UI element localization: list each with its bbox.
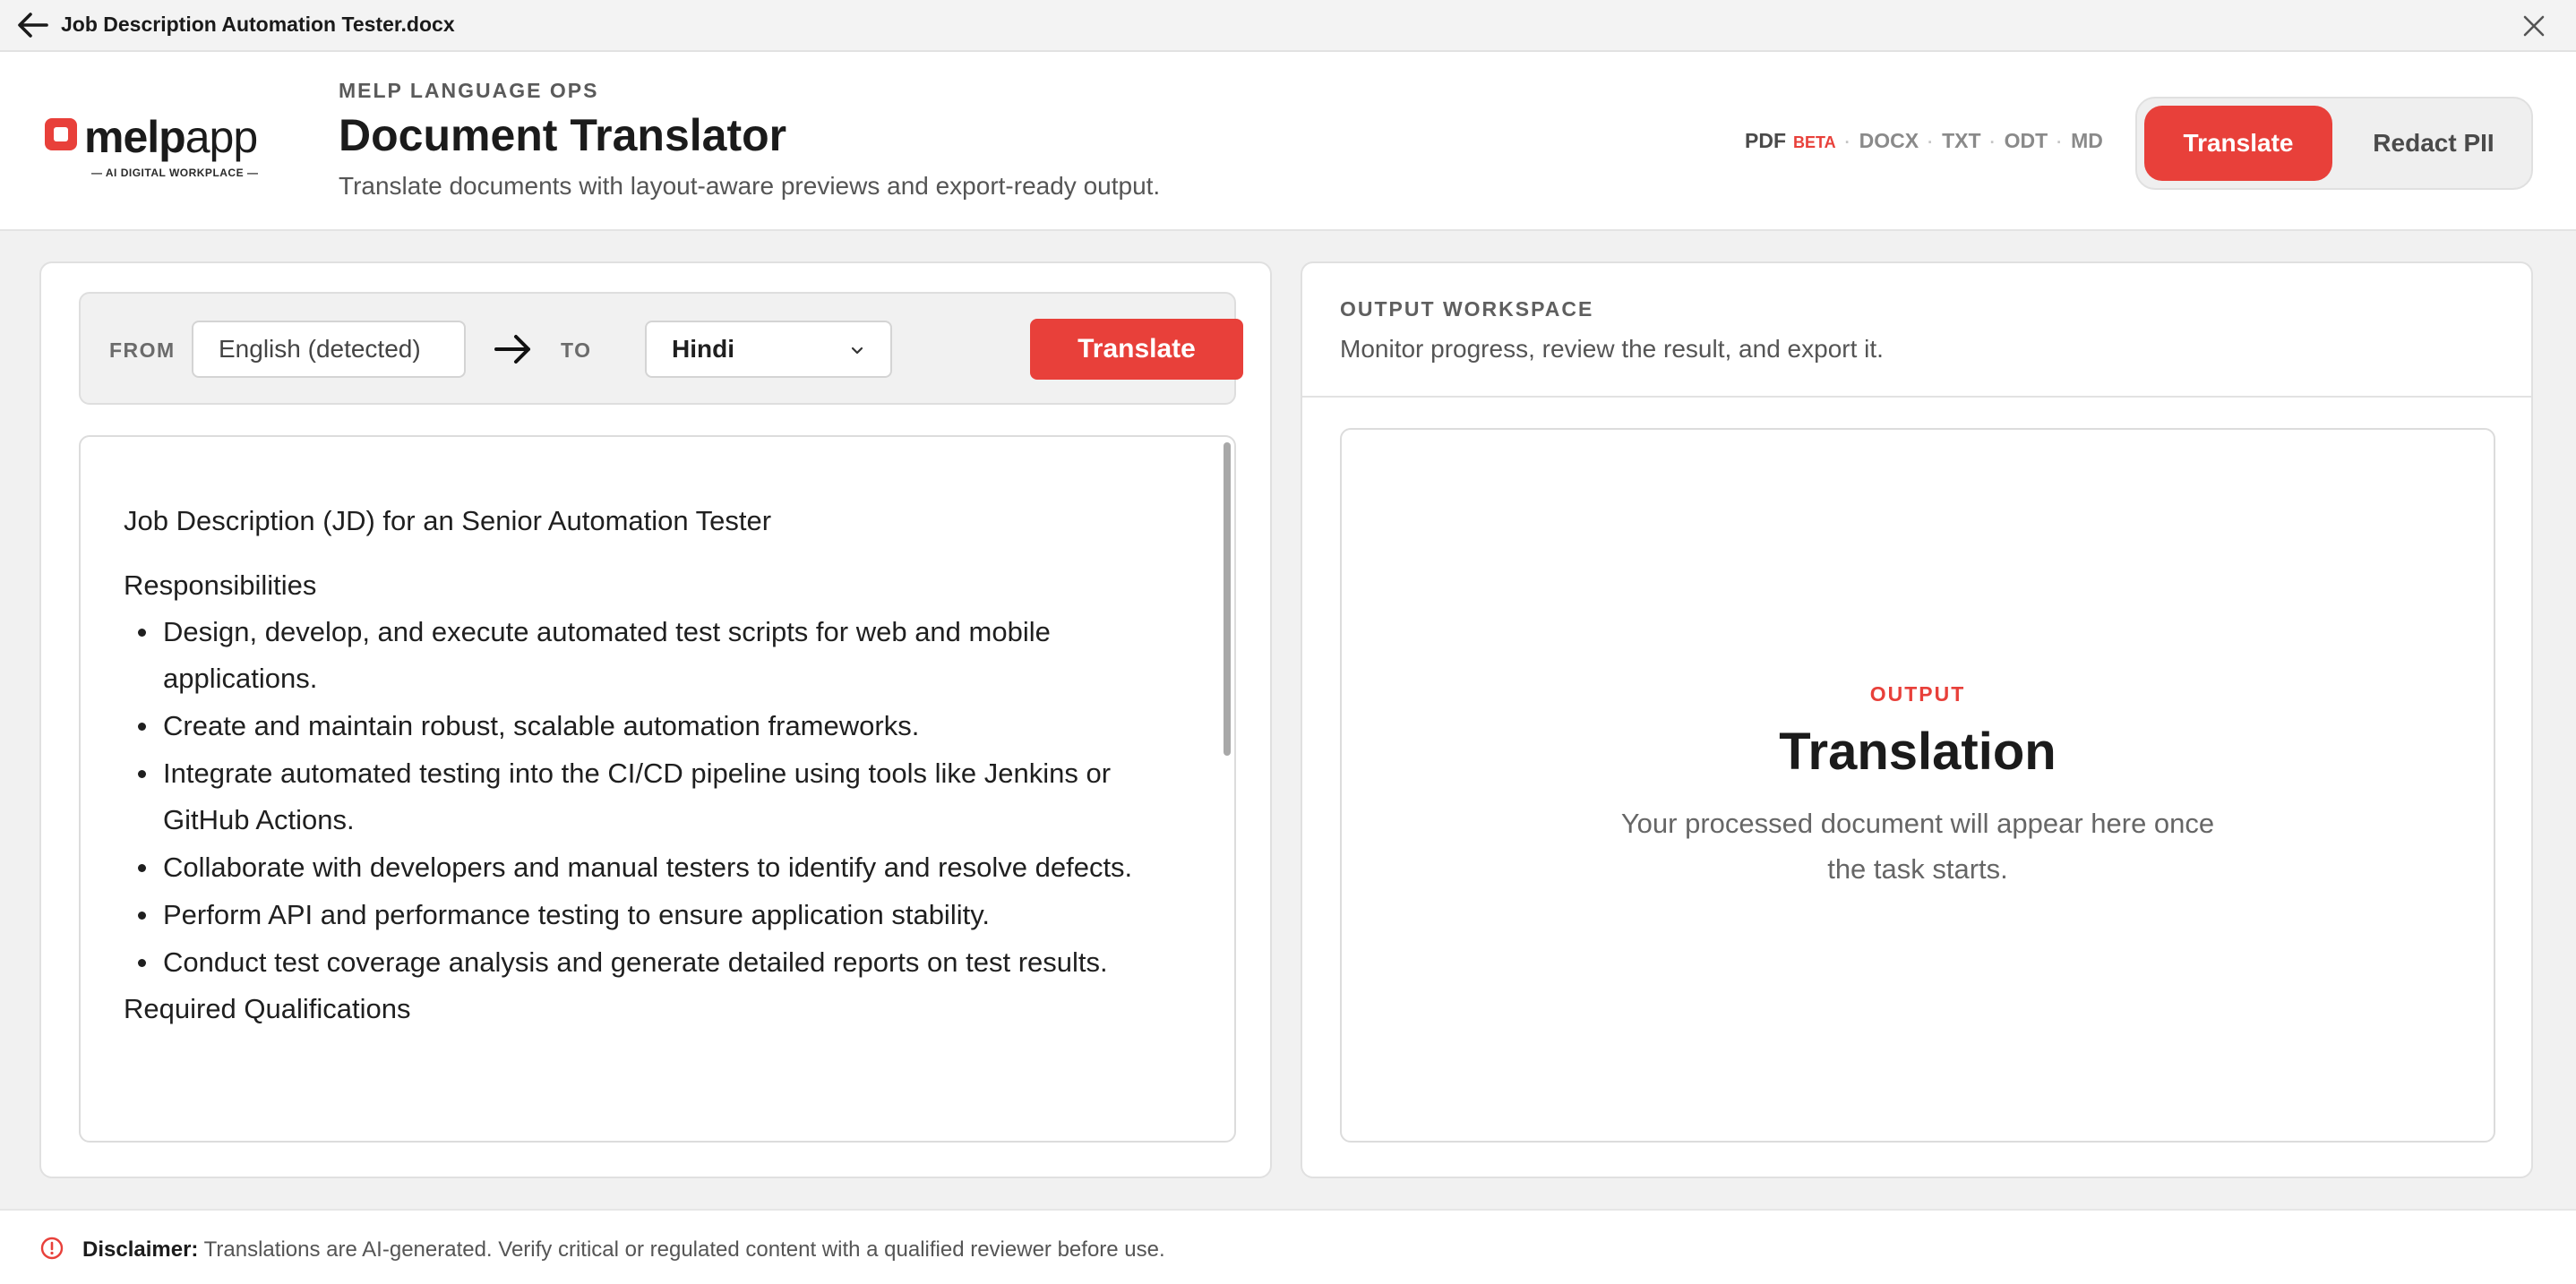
list-item: Integrate automated testing into the CI/… (124, 750, 1198, 843)
logo-wordmark: melpapp (84, 112, 258, 162)
list-item: Create and maintain robust, scalable aut… (124, 703, 1198, 749)
app-header: melpapp — AI DIGITAL WORKPLACE — MELP LA… (0, 52, 2576, 231)
logo-mark-icon (45, 118, 77, 150)
format-docx: DOCX (1859, 129, 1919, 152)
document-preview[interactable]: Job Description (JD) for an Senior Autom… (79, 435, 1236, 1143)
output-workspace-title: OUTPUT WORKSPACE (1340, 297, 1594, 321)
document-section-title: Responsibilities (124, 569, 317, 601)
from-label: FROM (109, 338, 176, 362)
mode-switch: Translate Redact PII (2135, 97, 2533, 190)
language-toolbar: FROM English (detected) TO Hindi Transla… (79, 292, 1243, 405)
format-pdf: PDF (1745, 129, 1786, 152)
close-icon[interactable] (2520, 13, 2547, 39)
mode-translate-button[interactable]: Translate (2144, 106, 2332, 181)
disclaimer-bar: Disclaimer: Translations are AI-generate… (0, 1209, 2576, 1284)
target-language-value: Hindi (672, 335, 734, 363)
supported-formats: PDF BETA · DOCX · TXT · ODT · MD (1745, 129, 2103, 152)
page-subtitle: Translate documents with layout-aware pr… (339, 172, 1161, 200)
mode-redact-pii-button[interactable]: Redact PII (2341, 106, 2526, 181)
responsibilities-list: Design, develop, and execute automated t… (124, 609, 1198, 986)
header-eyebrow: MELP LANGUAGE OPS (339, 79, 599, 102)
output-workspace-description: Monitor progress, review the result, and… (1340, 335, 1884, 363)
list-item: Perform API and performance testing to e… (124, 892, 1198, 938)
document-heading: Job Description (JD) for an Senior Autom… (124, 505, 772, 536)
file-bar: Job Description Automation Tester.docx (0, 0, 2576, 52)
output-label: OUTPUT (1869, 682, 1966, 706)
page-title: Document Translator (339, 110, 787, 160)
target-language-select[interactable]: Hindi (645, 321, 892, 378)
document-scrollbar[interactable] (1224, 442, 1231, 756)
disclaimer-text: Disclaimer: Translations are AI-generate… (82, 1237, 1165, 1262)
arrow-right-icon (494, 335, 530, 364)
logo-tagline: — AI DIGITAL WORKPLACE — (91, 167, 259, 179)
output-panel: OUTPUT WORKSPACE Monitor progress, revie… (1301, 261, 2533, 1178)
output-header: OUTPUT WORKSPACE Monitor progress, revie… (1302, 263, 2531, 398)
format-txt: TXT (1942, 129, 1981, 152)
output-empty-message: Your processed document will appear here… (1620, 808, 2215, 885)
to-label: TO (561, 338, 592, 362)
translate-button[interactable]: Translate (1030, 319, 1243, 380)
melp-logo: melpapp — AI DIGITAL WORKPLACE — (45, 111, 260, 192)
format-odt: ODT (2004, 129, 2048, 152)
output-placeholder: OUTPUT Translation Your processed docume… (1340, 428, 2495, 1143)
beta-badge: BETA (1793, 133, 1836, 151)
file-name: Job Description Automation Tester.docx (61, 13, 455, 36)
list-item: Conduct test coverage analysis and gener… (124, 939, 1198, 986)
source-language-field[interactable]: English (detected) (192, 321, 466, 378)
source-panel: FROM English (detected) TO Hindi Transla… (39, 261, 1272, 1178)
output-title: Translation (1779, 723, 2057, 781)
list-item: Design, develop, and execute automated t… (124, 609, 1198, 702)
document-next-section: Required Qualifications (124, 993, 411, 1024)
list-item: Collaborate with developers and manual t… (124, 844, 1198, 891)
info-icon (40, 1237, 64, 1260)
arrow-left-icon[interactable] (16, 11, 48, 39)
format-md: MD (2071, 129, 2103, 152)
chevron-down-icon (851, 347, 863, 355)
